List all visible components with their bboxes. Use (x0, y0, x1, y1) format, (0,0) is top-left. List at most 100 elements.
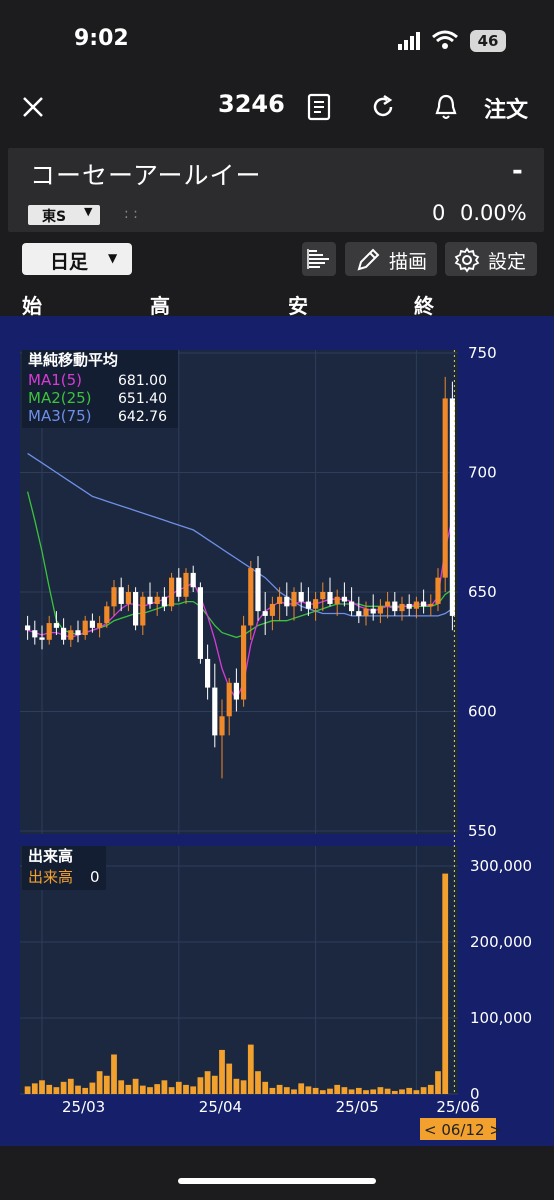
list-icon (307, 249, 329, 269)
candle-body (320, 592, 326, 600)
exchange-select[interactable]: 東S ▼ (28, 205, 100, 225)
chevron-down-icon: ▼ (108, 251, 118, 265)
candle-body (241, 625, 247, 700)
candle-body (46, 623, 52, 640)
volume-bar (125, 1084, 132, 1094)
volume-bar (60, 1081, 67, 1094)
volume-bar (46, 1084, 53, 1094)
volume-bar (96, 1071, 103, 1094)
volume-bar (413, 1090, 420, 1094)
document-icon[interactable] (307, 93, 331, 121)
candle-body (212, 687, 218, 736)
candle-body (176, 577, 182, 597)
candle-body (140, 596, 146, 626)
volume-bar (355, 1087, 362, 1094)
candle-body (233, 682, 239, 700)
candle-body (428, 603, 434, 607)
candle-body (219, 716, 225, 736)
date-axis-label: 25/05 (336, 1098, 379, 1116)
candle-body (284, 596, 290, 607)
battery-indicator: 46 (470, 30, 506, 52)
volume-bar (240, 1080, 247, 1094)
candle-body (197, 587, 203, 659)
candle-body (421, 601, 427, 607)
date-axis-label: 25/04 (199, 1098, 242, 1116)
volume-bar (435, 1071, 441, 1094)
candle-body (327, 592, 333, 604)
volume-bar (334, 1084, 341, 1094)
candle-body (262, 611, 268, 616)
indicator-list-button[interactable] (302, 242, 336, 276)
ma-legend-value: 681.00 (118, 373, 167, 389)
refresh-icon[interactable] (370, 94, 396, 120)
candle-body (147, 596, 153, 604)
bell-icon[interactable] (434, 93, 458, 121)
period-select[interactable]: 日足 ▼ (22, 243, 132, 275)
volume-bar (168, 1087, 175, 1094)
volume-axis-label: 200,000 (470, 933, 532, 951)
candle-body (406, 603, 412, 609)
volume-bar (226, 1063, 233, 1094)
volume-bar (377, 1087, 384, 1094)
volume-bar (391, 1090, 398, 1094)
volume-legend-title: 出来高 (28, 847, 73, 865)
close-icon[interactable] (22, 96, 44, 118)
volume-bar (31, 1083, 38, 1094)
ma-legend-value: 642.76 (118, 409, 167, 425)
volume-bar (262, 1081, 269, 1094)
price-axis-label: 700 (468, 464, 497, 482)
candle-body (370, 608, 376, 614)
volume-bar (442, 873, 449, 1094)
candle-body (356, 611, 362, 616)
volume-bar (175, 1081, 182, 1094)
volume-axis-label: 100,000 (470, 1009, 532, 1027)
volume-bar (319, 1090, 326, 1094)
candle-body (53, 623, 59, 628)
wifi-icon (432, 30, 458, 49)
candle-body (111, 587, 117, 607)
open-label: 始 (22, 294, 42, 318)
candle-body (25, 625, 31, 631)
candle-body (183, 572, 189, 597)
volume-bar (276, 1084, 283, 1094)
volume-bar (341, 1087, 348, 1094)
candle-body (205, 658, 211, 688)
volume-bar (247, 1044, 254, 1094)
chevron-down-icon: ▼ (84, 205, 93, 218)
draw-button[interactable]: 描画 (345, 242, 437, 276)
candle-body (305, 601, 311, 609)
candle-body (82, 620, 88, 636)
candle-body (413, 601, 419, 609)
candle-body (32, 630, 38, 638)
ma-legend-title: 単純移動平均 (28, 351, 118, 369)
volume-bar (255, 1071, 261, 1094)
price-change-percent: 0.00% (460, 201, 527, 225)
volume-bar (305, 1086, 312, 1094)
volume-bar (82, 1087, 89, 1094)
volume-legend-value: 0 (90, 868, 100, 886)
date-axis-label: 25/03 (62, 1098, 105, 1116)
order-button[interactable]: 注文 (484, 92, 528, 124)
candle-body (442, 398, 448, 578)
candle-body (125, 592, 131, 604)
company-name: コーセーアールイー (30, 161, 262, 190)
settings-button[interactable]: 設定 (445, 242, 537, 276)
period-label: 日足 (50, 251, 89, 273)
volume-bar (75, 1085, 81, 1094)
ma-legend-name: MA2(25) (28, 389, 92, 407)
candle-body (349, 601, 355, 612)
close-label: 終 (414, 294, 434, 318)
volume-axis-label: 300,000 (470, 857, 532, 875)
volume-bar (139, 1085, 146, 1094)
volume-bar (183, 1084, 189, 1094)
volume-bar (327, 1088, 333, 1094)
stock-chart[interactable]: 750 700 650 600 550 300,000 200,000 100,000 0 25/… (0, 316, 554, 1146)
candle-body (97, 623, 103, 628)
volume-bar (204, 1071, 211, 1094)
volume-bar (348, 1089, 355, 1094)
price-axis-label: 600 (468, 703, 497, 721)
volume-bar (420, 1087, 427, 1094)
candle-body (377, 606, 383, 614)
volume-bar (312, 1087, 319, 1094)
chart-canvas[interactable]: 750 700 650 600 550 300,000 200,000 100,000 0 25/… (0, 316, 554, 1146)
